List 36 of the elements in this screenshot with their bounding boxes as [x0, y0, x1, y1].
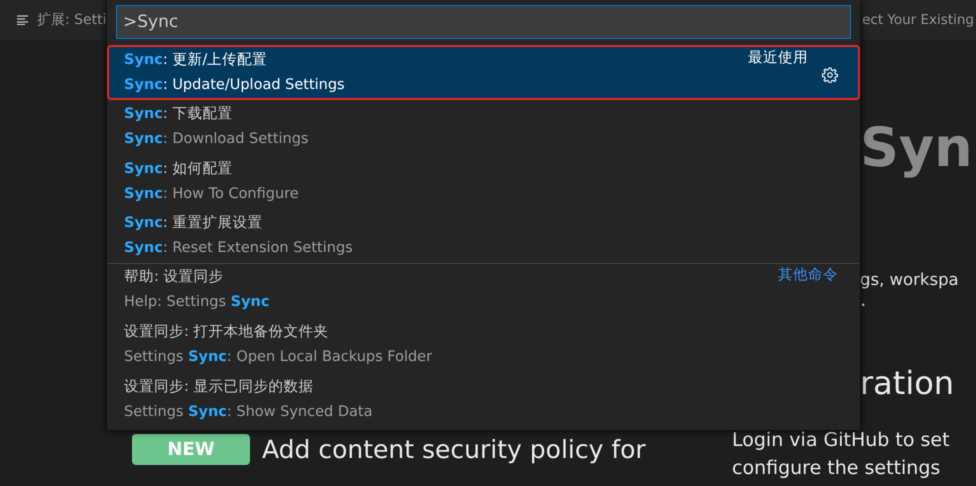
menu-icon: [17, 15, 29, 25]
group-label: 最近使用: [748, 49, 808, 67]
intro-text: .: [860, 292, 866, 306]
command-detail: Settings Sync: Open Local Backups Folder: [124, 348, 434, 368]
command-label: Sync: 下载配置: [124, 105, 234, 124]
command-detail: Help: Settings Sync: [124, 293, 270, 312]
command-item[interactable]: Sync: 下载配置 Sync: Download Settings: [107, 100, 860, 154]
command-item[interactable]: Sync: 更新/上传配置 Sync: Update/Upload Settings 最近使用: [107, 45, 860, 100]
command-detail: Sync: Download Settings: [124, 130, 310, 150]
command-label: 帮助: 设置同步: [124, 268, 224, 288]
command-label: Sync: 更新/上传配置: [124, 50, 268, 70]
command-label: Sync: 如何配置: [124, 160, 234, 179]
description-text: configure the settings: [732, 456, 942, 481]
command-item[interactable]: Sync: 重置扩展设置 Sync: Reset Extension Settings: [107, 208, 860, 263]
command-item[interactable]: 帮助: 设置同步 Help: Settings Sync 其他命令: [107, 263, 860, 318]
group-label: 其他命令: [778, 266, 838, 284]
command-input[interactable]: >Sync: [116, 5, 851, 39]
command-label: 设置同步: 打开本地备份文件夹: [124, 323, 330, 342]
command-item[interactable]: Sync: 如何配置 Sync: How To Configure: [107, 154, 860, 208]
command-label: Sync: 重置扩展设置: [124, 214, 264, 234]
command-label: 设置同步: 显示已同步的数据: [124, 378, 314, 397]
command-detail: Sync: Update/Upload Settings: [124, 76, 346, 95]
intro-text: gs, workspa: [860, 269, 960, 291]
command-item[interactable]: 设置同步: 打开本地备份文件夹 Settings Sync: Open Local Backups Folder: [107, 318, 860, 372]
command-detail: Sync: How To Configure: [124, 184, 300, 204]
settings-icon[interactable]: [822, 67, 838, 84]
feature-title: Add content security policy for: [262, 435, 646, 464]
command-item[interactable]: 设置同步: 显示已同步的数据 Settings Sync: Show Synced Data: [107, 372, 860, 426]
command-detail: Settings Sync: Show Synced Data: [124, 402, 374, 422]
page-title: ect Your Existing: [862, 12, 975, 28]
new-badge: NEW: [132, 434, 250, 465]
command-detail: Sync: Reset Extension Settings: [124, 239, 354, 258]
page-heading: Syn: [860, 115, 974, 181]
description-text: Login via GitHub to set: [732, 428, 950, 453]
section-heading: ration: [860, 364, 956, 402]
tab-title[interactable]: 扩展: Setti: [37, 11, 107, 29]
